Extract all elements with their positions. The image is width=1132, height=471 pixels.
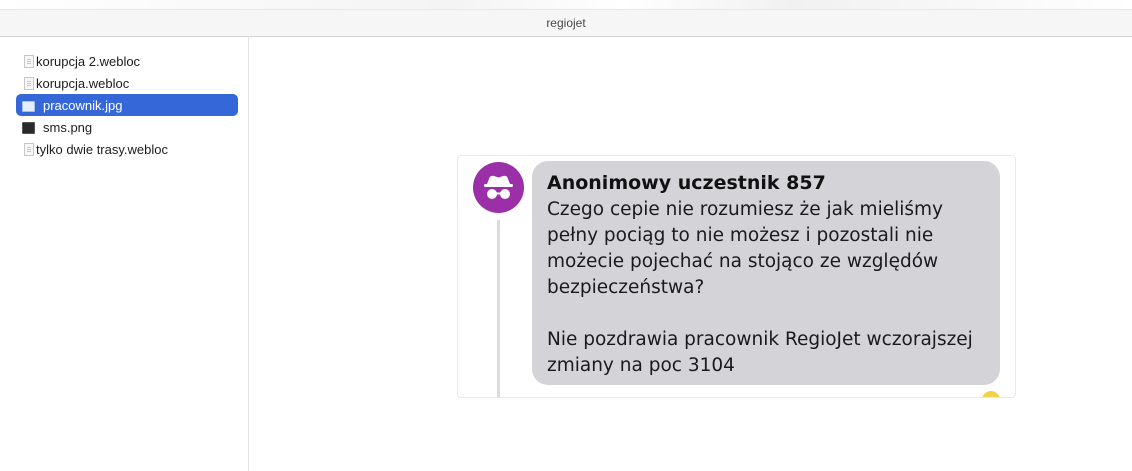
post-author: Anonimowy uczestnik 857: [547, 172, 826, 194]
window-top-strip: [0, 0, 1132, 10]
avatar: [473, 162, 524, 213]
file-item-tylko-dwie-trasy[interactable]: tylko dwie trasy.webloc: [16, 138, 238, 160]
window-title: regiojet: [546, 16, 586, 30]
file-sidebar: korupcja 2.webloc korupcja.webloc pracow…: [0, 37, 249, 471]
webloc-file-icon: [24, 54, 34, 68]
message-paragraph: Nie pozdrawia pracownik RegioJet wczoraj…: [547, 329, 973, 376]
thread-line: [497, 220, 500, 397]
file-name: korupcja 2.webloc: [36, 53, 141, 69]
message-paragraph: Czego cepie nie rozumiesz że jak mieliśm…: [547, 199, 943, 298]
webloc-file-icon: [24, 142, 34, 156]
window-titlebar[interactable]: regiojet: [0, 10, 1132, 37]
post-screenshot: Anonimowy uczestnik 857 Czego cepie nie …: [457, 155, 1016, 398]
file-name: pracownik.jpg: [43, 97, 123, 113]
file-item-korupcja[interactable]: korupcja.webloc: [16, 72, 238, 94]
file-item-korupcja-2[interactable]: korupcja 2.webloc: [16, 50, 238, 72]
webloc-file-icon: [24, 76, 34, 90]
image-thumbnail-icon: [22, 121, 35, 134]
file-name: sms.png: [43, 119, 93, 135]
message-bubble: Anonimowy uczestnik 857 Czego cepie nie …: [532, 161, 1000, 385]
image-file-icon: [22, 100, 35, 112]
file-name: tylko dwie trasy.webloc: [36, 141, 168, 157]
reaction-emoji-icon: [982, 391, 1000, 397]
file-item-sms[interactable]: sms.png: [16, 116, 238, 138]
incognito-icon: [484, 175, 513, 199]
file-name: korupcja.webloc: [36, 75, 130, 91]
post-message: Czego cepie nie rozumiesz że jak mieliśm…: [547, 197, 986, 379]
file-item-pracownik[interactable]: pracownik.jpg: [16, 94, 238, 116]
